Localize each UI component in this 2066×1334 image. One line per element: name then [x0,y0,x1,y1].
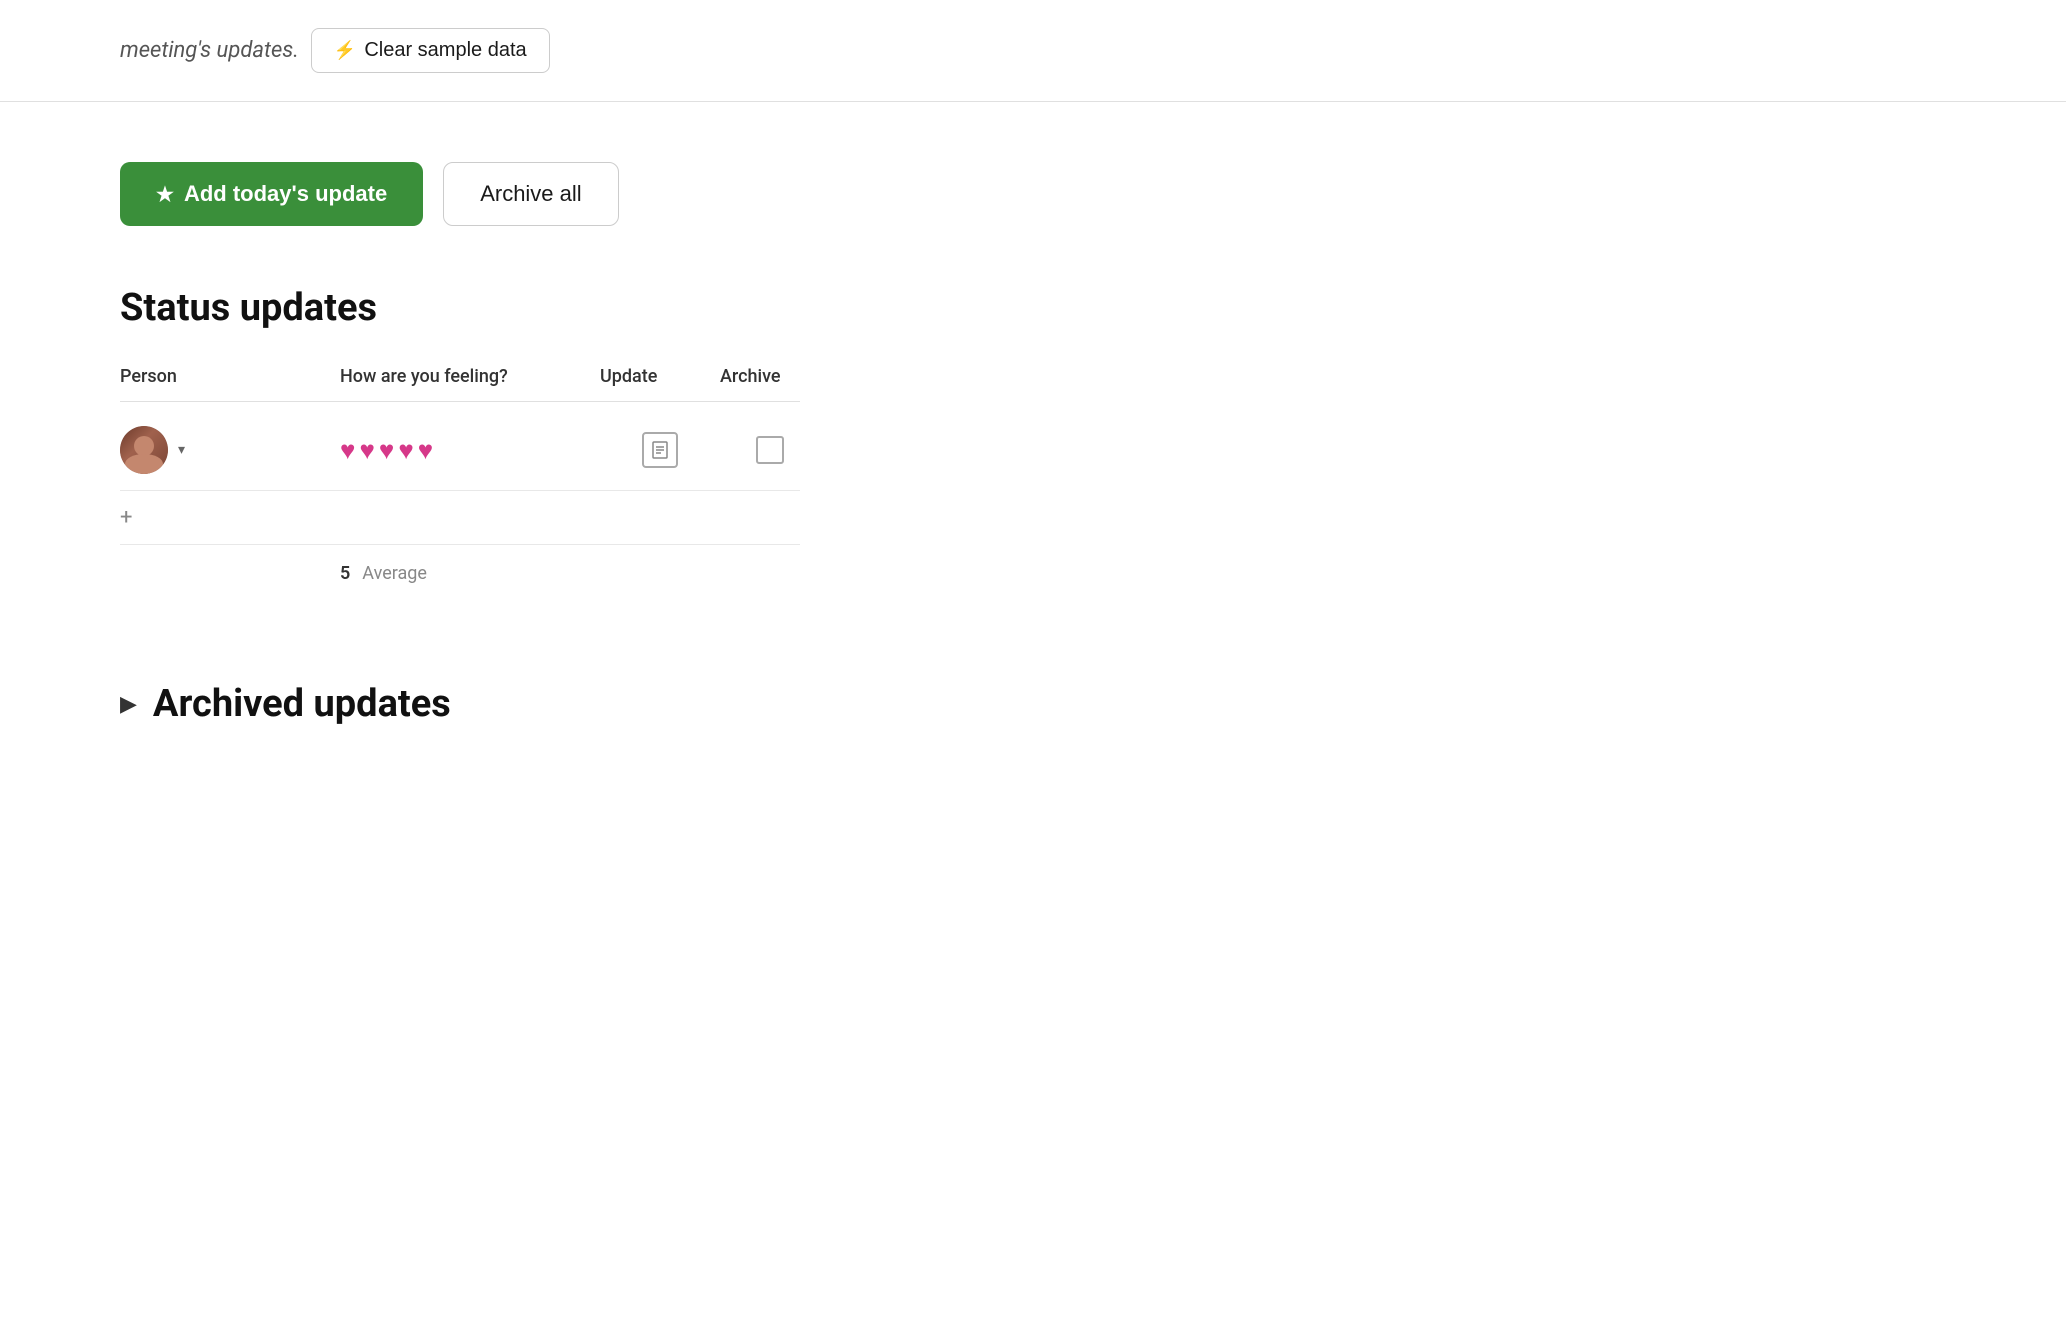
person-cell: ▾ [120,426,340,474]
heart-1: ♥ [340,435,355,466]
add-row[interactable]: + [120,491,800,545]
status-updates-section: Status updates Person How are you feelin… [120,286,800,602]
bolt-icon: ⚡ [334,40,356,61]
heart-3: ♥ [379,435,394,466]
main-content: ★ Add today's update Archive all Status … [0,102,2066,786]
archived-updates-section: ▶ Archived updates [120,682,1946,726]
archive-all-button[interactable]: Archive all [443,162,618,226]
summary-row: 5 Average [120,545,800,602]
action-buttons: ★ Add today's update Archive all [120,162,1946,226]
add-update-label: Add today's update [184,181,387,207]
add-today-update-button[interactable]: ★ Add today's update [120,162,423,226]
col-header-feeling: How are you feeling? [340,366,600,387]
star-icon: ★ [156,182,174,207]
add-row-icon[interactable]: + [120,505,132,530]
triangle-expand-icon[interactable]: ▶ [120,692,137,717]
col-header-update: Update [600,366,720,387]
feelings-cell: ♥ ♥ ♥ ♥ ♥ [340,435,600,466]
archived-updates-title: Archived updates [153,682,451,726]
status-updates-title: Status updates [120,286,800,330]
archived-updates-header[interactable]: ▶ Archived updates [120,682,1946,726]
summary-number: 5 [340,563,350,584]
meeting-text: meeting's updates. [120,38,299,63]
update-doc-icon[interactable] [642,432,678,468]
col-header-archive: Archive [720,366,820,387]
archive-all-label: Archive all [480,181,581,207]
heart-5: ♥ [418,435,433,466]
top-bar: meeting's updates. ⚡ Clear sample data [0,0,2066,102]
avatar-image [120,426,168,474]
clear-btn-label: Clear sample data [364,39,526,62]
table-row: ▾ ♥ ♥ ♥ ♥ ♥ [120,410,800,491]
archive-checkbox[interactable] [756,436,784,464]
table-header: Person How are you feeling? Update Archi… [120,366,800,402]
avatar[interactable] [120,426,168,474]
summary-label: Average [362,563,427,584]
col-header-person: Person [120,366,340,387]
archive-cell[interactable] [720,436,820,464]
heart-2: ♥ [359,435,374,466]
chevron-down-icon[interactable]: ▾ [178,442,185,458]
heart-4: ♥ [398,435,413,466]
update-cell[interactable] [600,432,720,468]
clear-sample-data-button[interactable]: ⚡ Clear sample data [311,28,550,73]
